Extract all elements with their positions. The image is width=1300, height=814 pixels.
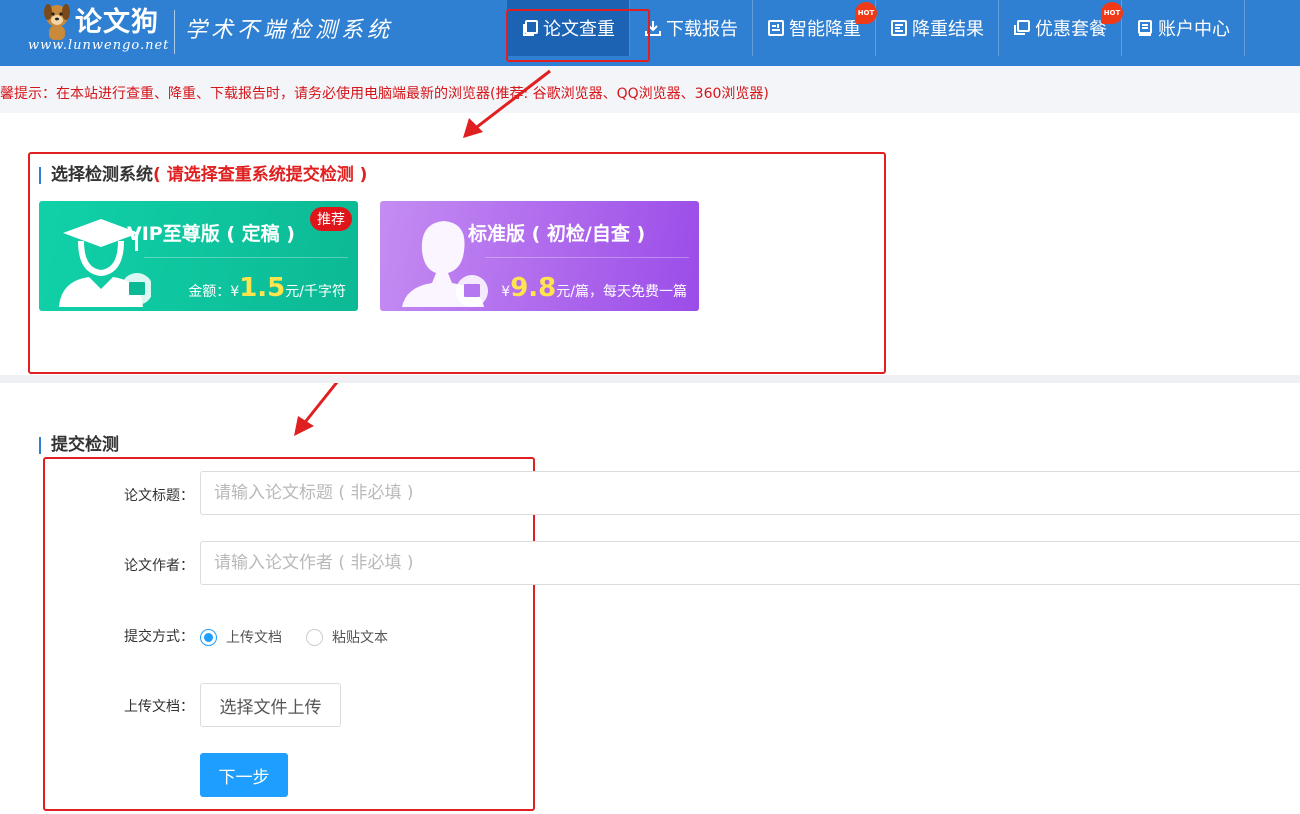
- result-icon: [891, 20, 907, 36]
- choose-file-upload-button[interactable]: 选择文件上传: [200, 683, 341, 727]
- paper-author-input[interactable]: [200, 541, 1300, 585]
- download-icon: [645, 21, 661, 36]
- logo-url: www.lunwengo.net: [28, 38, 170, 53]
- nav-label: 优惠套餐: [1035, 19, 1107, 40]
- submit-method-label: 提交方式：: [124, 629, 194, 645]
- account-icon: [1138, 20, 1152, 36]
- price-value: 9.8: [510, 273, 557, 303]
- select-system-title: 选择检测系统( 请选择查重系统提交检测 ): [39, 167, 367, 184]
- section-title-hint: ( 请选择查重系统提交检测 ): [153, 165, 368, 185]
- upload-document-label: 上传文档：: [124, 699, 194, 715]
- radio-label: 粘贴文本: [332, 630, 388, 646]
- arrow-to-form-icon: [294, 380, 340, 436]
- radio-dot: [200, 628, 217, 646]
- hot-badge: HOT: [855, 2, 877, 24]
- nav-item-download-report[interactable]: 下载报告: [630, 0, 753, 56]
- vip-card-price: 金额：¥1.5元/千字符: [188, 273, 346, 303]
- copy-icon: [523, 20, 538, 36]
- nav-item-paper-check[interactable]: 论文查重: [507, 0, 630, 56]
- nav-label: 账户中心: [1158, 19, 1230, 40]
- smart-reduce-icon: [768, 20, 784, 36]
- radio-dot: [306, 628, 323, 646]
- standard-card-price: ¥9.8元/篇，每天免费一篇: [501, 273, 687, 303]
- top-header: 论文狗 www.lunwengo.net 学术不端检测系统 论文查重 下载报告 …: [0, 0, 1300, 66]
- nav-label: 降重结果: [912, 19, 984, 40]
- next-step-button[interactable]: 下一步: [200, 753, 288, 797]
- price-unit: 元/篇，每天免费一篇: [556, 284, 687, 300]
- nav-item-smart-reduce[interactable]: 智能降重 HOT: [753, 0, 877, 56]
- paper-title-input[interactable]: [200, 471, 1300, 515]
- paper-author-label: 论文作者：: [124, 558, 194, 574]
- nav-item-reduce-result[interactable]: 降重结果: [876, 0, 999, 56]
- logo-divider: [174, 10, 175, 54]
- main-nav: 论文查重 下载报告 智能降重 HOT 降重结果 优惠套餐 HOT 账户中心: [507, 0, 1245, 56]
- card-divider: [485, 257, 689, 258]
- vip-card-name: VIP至尊版 ( 定稿 ): [127, 223, 295, 245]
- logo-name[interactable]: 论文狗: [75, 0, 159, 39]
- dog-logo-icon: [44, 4, 70, 40]
- package-icon: [1014, 20, 1030, 35]
- radio-label: 上传文档: [226, 630, 282, 646]
- logo-slogan: 学术不端检测系统: [185, 18, 394, 43]
- nav-label: 智能降重: [789, 19, 861, 40]
- tip-bar: 温馨提示：在本站进行查重、降重、下载报告时，请务必使用电脑端最新的浏览器(推荐:…: [0, 66, 1300, 113]
- browser-tip: 温馨提示：在本站进行查重、降重、下载报告时，请务必使用电脑端最新的浏览器(推荐:…: [0, 86, 769, 102]
- nav-label: 论文查重: [543, 19, 615, 40]
- recommend-badge: 推荐: [310, 207, 352, 231]
- submit-title: 提交检测: [39, 437, 119, 454]
- section-separator: [0, 375, 1300, 383]
- nav-label: 下载报告: [666, 19, 738, 40]
- price-prefix: 金额：¥: [188, 284, 240, 300]
- price-unit: 元/千字符: [285, 284, 346, 300]
- card-divider: [144, 257, 348, 258]
- price-value: 1.5: [239, 273, 286, 303]
- nav-item-discount-package[interactable]: 优惠套餐 HOT: [999, 0, 1123, 56]
- standard-card-name: 标准版 ( 初检/自查 ): [468, 223, 646, 245]
- radio-upload-document[interactable]: 上传文档: [200, 627, 282, 647]
- price-prefix: ¥: [501, 284, 511, 300]
- section-title-text: 选择检测系统: [51, 165, 153, 185]
- standard-system-card[interactable]: 标准版 ( 初检/自查 ) ¥9.8元/篇，每天免费一篇: [380, 201, 699, 311]
- nav-item-account-center[interactable]: 账户中心: [1122, 0, 1245, 56]
- paper-title-label: 论文标题：: [124, 488, 194, 504]
- radio-paste-text[interactable]: 粘贴文本: [306, 627, 388, 647]
- hot-badge: HOT: [1101, 2, 1123, 24]
